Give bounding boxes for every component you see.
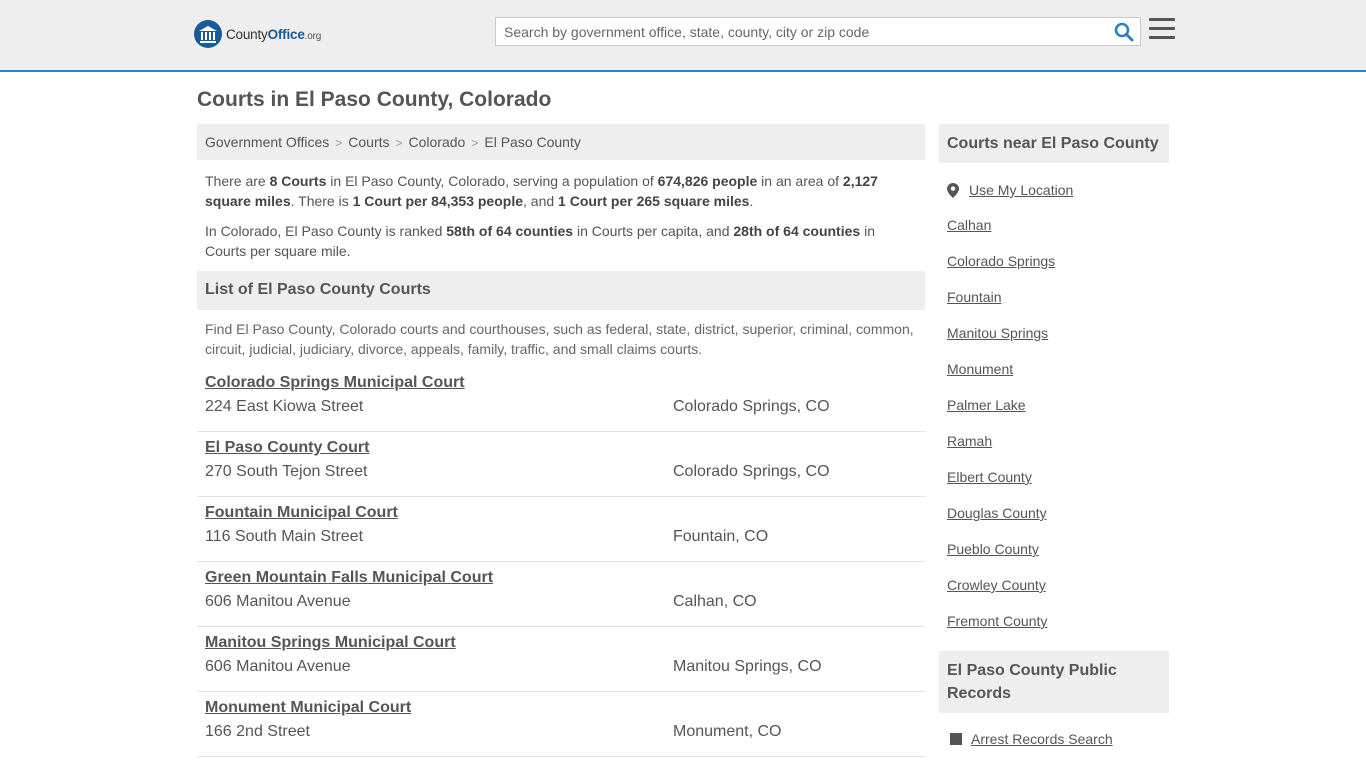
nearby-item: Palmer Lake: [947, 379, 1169, 415]
main-content: Government Offices > Courts > Colorado > El Pa…: [197, 124, 925, 757]
hamburger-menu-icon[interactable]: [1149, 18, 1175, 42]
breadcrumb-colorado[interactable]: Colorado: [409, 134, 466, 150]
nearby-list: Use My Location Calhan Colorado Springs …: [939, 163, 1169, 631]
breadcrumb-el-paso-county[interactable]: El Paso County: [484, 134, 581, 150]
court-item: Manitou Springs Municipal Court 606 Mani…: [197, 627, 925, 692]
court-city: Manitou Springs, CO: [673, 658, 822, 675]
search-box: [495, 17, 1141, 46]
nearby-item: Manitou Springs: [947, 307, 1169, 343]
chevron-right-icon: >: [395, 136, 403, 150]
use-my-location-link[interactable]: Use My Location: [969, 182, 1073, 198]
breadcrumb-government-offices[interactable]: Government Offices: [205, 134, 329, 150]
court-item: Colorado Springs Municipal Court 224 Eas…: [197, 367, 925, 432]
nearby-link[interactable]: Douglas County: [947, 505, 1047, 521]
court-list-description: Find El Paso County, Colorado courts and…: [205, 321, 914, 357]
court-link[interactable]: Green Mountain Falls Municipal Court: [205, 569, 493, 589]
court-link[interactable]: Monument Municipal Court: [205, 699, 411, 719]
nearby-item: Fremont County: [947, 595, 1169, 631]
court-item: El Paso County Court 270 South Tejon Str…: [197, 432, 925, 497]
court-address: 270 South Tejon Street: [205, 463, 368, 480]
nearby-item: Ramah: [947, 415, 1169, 451]
court-city: Colorado Springs, CO: [673, 398, 830, 415]
court-address: 224 East Kiowa Street: [205, 398, 364, 415]
court-link[interactable]: El Paso County Court: [205, 439, 369, 459]
breadcrumb-courts[interactable]: Courts: [348, 134, 389, 150]
court-list-heading: List of El Paso County Courts: [197, 271, 925, 310]
nearby-link[interactable]: Colorado Springs: [947, 253, 1055, 269]
text-run: in Courts per capita, and: [573, 223, 734, 239]
nearby-link[interactable]: Monument: [947, 361, 1013, 377]
nearby-link[interactable]: Fremont County: [947, 613, 1047, 629]
nearby-item: Crowley County: [947, 559, 1169, 595]
text-run: .: [749, 193, 754, 209]
court-address: 606 Manitou Avenue: [205, 658, 351, 675]
stat-highlight: 28th of 64 counties: [733, 223, 861, 239]
intro-stats-paragraph: There are 8 Courts in El Paso County, Co…: [205, 171, 917, 211]
chevron-right-icon: >: [335, 136, 343, 150]
nearby-item: Elbert County: [947, 451, 1169, 487]
court-list: Colorado Springs Municipal Court 224 Eas…: [197, 367, 925, 757]
court-address: 606 Manitou Avenue: [205, 593, 351, 610]
court-item: Green Mountain Falls Municipal Court 606…: [197, 562, 925, 627]
nearby-link[interactable]: Crowley County: [947, 577, 1046, 593]
page-title: Courts in El Paso County, Colorado: [197, 88, 552, 111]
court-link[interactable]: Colorado Springs Municipal Court: [205, 374, 465, 394]
court-city: Colorado Springs, CO: [673, 463, 830, 480]
square-bullet-icon: [950, 733, 962, 745]
nearby-item: Monument: [947, 343, 1169, 379]
court-item: Fountain Municipal Court 116 South Main …: [197, 497, 925, 562]
text-run: In Colorado, El Paso County is ranked: [205, 223, 447, 239]
court-city: Calhan, CO: [673, 593, 757, 610]
nearby-item: Calhan: [947, 199, 1169, 235]
intro-text: There are 8 Courts in El Paso County, Co…: [197, 160, 925, 261]
chevron-right-icon: >: [471, 136, 479, 150]
search-input[interactable]: [496, 18, 1096, 45]
stat-highlight: 58th of 64 counties: [446, 223, 574, 239]
use-location-item: Use My Location: [947, 163, 1169, 199]
nearby-link[interactable]: Ramah: [947, 433, 992, 449]
court-address: 166 2nd Street: [205, 723, 310, 740]
public-records-heading: El Paso County Public Records: [939, 651, 1169, 713]
text-run: , and: [523, 193, 559, 209]
stat-highlight: 674,826 people: [657, 173, 758, 189]
intro-ranking-paragraph: In Colorado, El Paso County is ranked 58…: [205, 221, 917, 261]
court-link[interactable]: Manitou Springs Municipal Court: [205, 634, 456, 654]
logo-text: CountyOffice.org: [226, 26, 322, 42]
court-city: Monument, CO: [673, 723, 782, 740]
nearby-link[interactable]: Manitou Springs: [947, 325, 1048, 341]
text-run: There are: [205, 173, 270, 189]
site-logo[interactable]: CountyOffice.org: [194, 20, 321, 48]
nearby-item: Douglas County: [947, 487, 1169, 523]
nearby-link[interactable]: Pueblo County: [947, 541, 1039, 557]
court-link[interactable]: Fountain Municipal Court: [205, 504, 398, 524]
text-run: in El Paso County, Colorado, serving a p…: [326, 173, 658, 189]
logo-emblem-icon: [194, 20, 222, 48]
stat-highlight: 8 Courts: [269, 173, 327, 189]
nearby-item: Pueblo County: [947, 523, 1169, 559]
nearby-link[interactable]: Elbert County: [947, 469, 1032, 485]
nearby-link[interactable]: Fountain: [947, 289, 1001, 305]
text-run: in an area of: [757, 173, 843, 189]
arrest-records-link[interactable]: Arrest Records Search: [971, 731, 1113, 747]
nearby-item: Fountain: [947, 271, 1169, 307]
nearby-link[interactable]: Calhan: [947, 217, 991, 233]
court-city: Fountain, CO: [673, 528, 769, 545]
nearby-item: Colorado Springs: [947, 235, 1169, 271]
sidebar: Courts near El Paso County Use My Locati…: [939, 124, 1169, 747]
nearby-courts-heading: Courts near El Paso County: [939, 124, 1169, 163]
top-header: CountyOffice.org: [0, 0, 1366, 72]
nearby-link[interactable]: Palmer Lake: [947, 397, 1026, 413]
court-item: Monument Municipal Court 166 2nd Street …: [197, 692, 925, 757]
search-icon[interactable]: [1114, 22, 1134, 42]
records-item: Arrest Records Search: [939, 713, 1169, 747]
court-address: 116 South Main Street: [205, 528, 364, 545]
stat-highlight: 1 Court per 84,353 people: [352, 193, 524, 209]
map-pin-icon: [947, 182, 959, 198]
text-run: . There is: [290, 193, 353, 209]
stat-highlight: 1 Court per 265 square miles: [558, 193, 750, 209]
breadcrumb: Government Offices > Courts > Colorado > El Pa…: [197, 124, 925, 160]
